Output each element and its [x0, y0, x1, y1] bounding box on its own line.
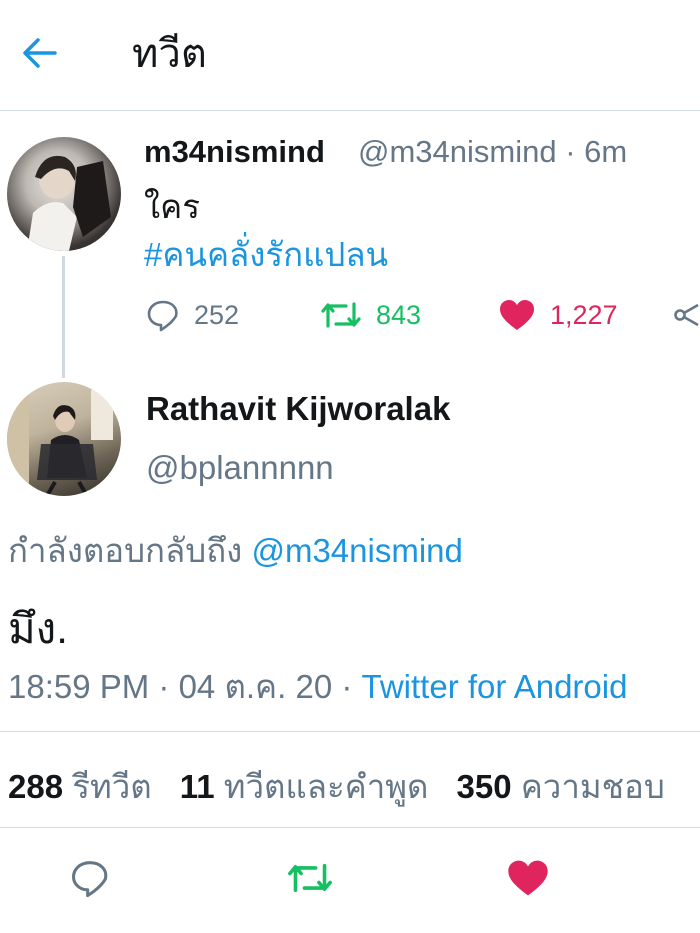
avatar[interactable]: [7, 137, 121, 251]
top-bar: ทวีต: [0, 0, 700, 110]
reply-icon: [72, 861, 108, 898]
source-link[interactable]: Twitter for Android: [362, 668, 628, 705]
retweets-label: รีทวีต: [72, 768, 152, 805]
tweet-text: ใคร: [144, 188, 200, 225]
replying-to-label: กำลังตอบกลับถึง: [8, 532, 252, 569]
heart-icon: [500, 300, 534, 330]
retweet-icon: [288, 863, 332, 893]
tweet-stats: 288 รีทวีต 11 ทวีตและคำพูด 350 ความชอบ: [8, 760, 665, 813]
reply-count: 252: [194, 299, 240, 330]
quotes-count: 11: [179, 768, 215, 805]
replying-to: กำลังตอบกลับถึง @m34nismind: [8, 524, 463, 577]
hashtag-link[interactable]: #คนคลั่งรักแปลน: [144, 228, 388, 281]
retweet-count: 843: [376, 299, 422, 330]
share-icon: [674, 303, 699, 327]
stats-top-divider: [0, 731, 700, 732]
retweets-stat[interactable]: 288 รีทวีต: [8, 768, 152, 805]
tweet-meta: 18:59 PM · 04 ต.ค. 20 · Twitter for Andr…: [8, 660, 627, 713]
tweet-timestamp: 18:59 PM · 04 ต.ค. 20 ·: [8, 668, 362, 705]
likes-count: 350: [456, 768, 512, 805]
author-handle-time: @m34nismind · 6m: [358, 134, 628, 169]
avatar-photo: [7, 382, 113, 496]
author-handle[interactable]: @bplannnnn: [146, 449, 334, 487]
header-divider: [0, 110, 700, 111]
arrow-left-icon: [23, 38, 57, 68]
mention-link[interactable]: @m34nismind: [251, 532, 462, 569]
quotes-stat[interactable]: 11 ทวีตและคำพูด: [180, 768, 429, 805]
reply-icon: [147, 300, 178, 332]
retweet-button[interactable]: [282, 852, 338, 904]
heart-icon: [508, 860, 548, 896]
stats-bottom-divider: [0, 827, 700, 828]
likes-stat[interactable]: 350 ความชอบ: [456, 768, 664, 805]
back-button[interactable]: [14, 28, 64, 78]
author-name[interactable]: m34nismind: [144, 134, 325, 170]
reply-button[interactable]: [62, 852, 118, 904]
avatar-photo: [27, 155, 111, 251]
quotes-label: ทวีตและคำพูด: [223, 768, 429, 805]
share-button[interactable]: [672, 293, 700, 337]
thread-line: [62, 256, 65, 378]
reply-button[interactable]: 252: [146, 293, 239, 337]
like-count: 1,227: [550, 299, 618, 330]
like-button[interactable]: 1,227: [498, 293, 618, 337]
avatar[interactable]: [7, 382, 121, 496]
page-title: ทวีต: [132, 32, 207, 76]
retweets-count: 288: [8, 768, 64, 805]
retweet-icon: [321, 302, 361, 328]
retweet-button[interactable]: 843: [320, 293, 421, 337]
tweet-text: มึง.: [8, 605, 68, 652]
like-button[interactable]: [500, 852, 556, 904]
likes-label: ความชอบ: [520, 768, 665, 805]
author-name[interactable]: Rathavit Kijworalak: [146, 390, 450, 428]
